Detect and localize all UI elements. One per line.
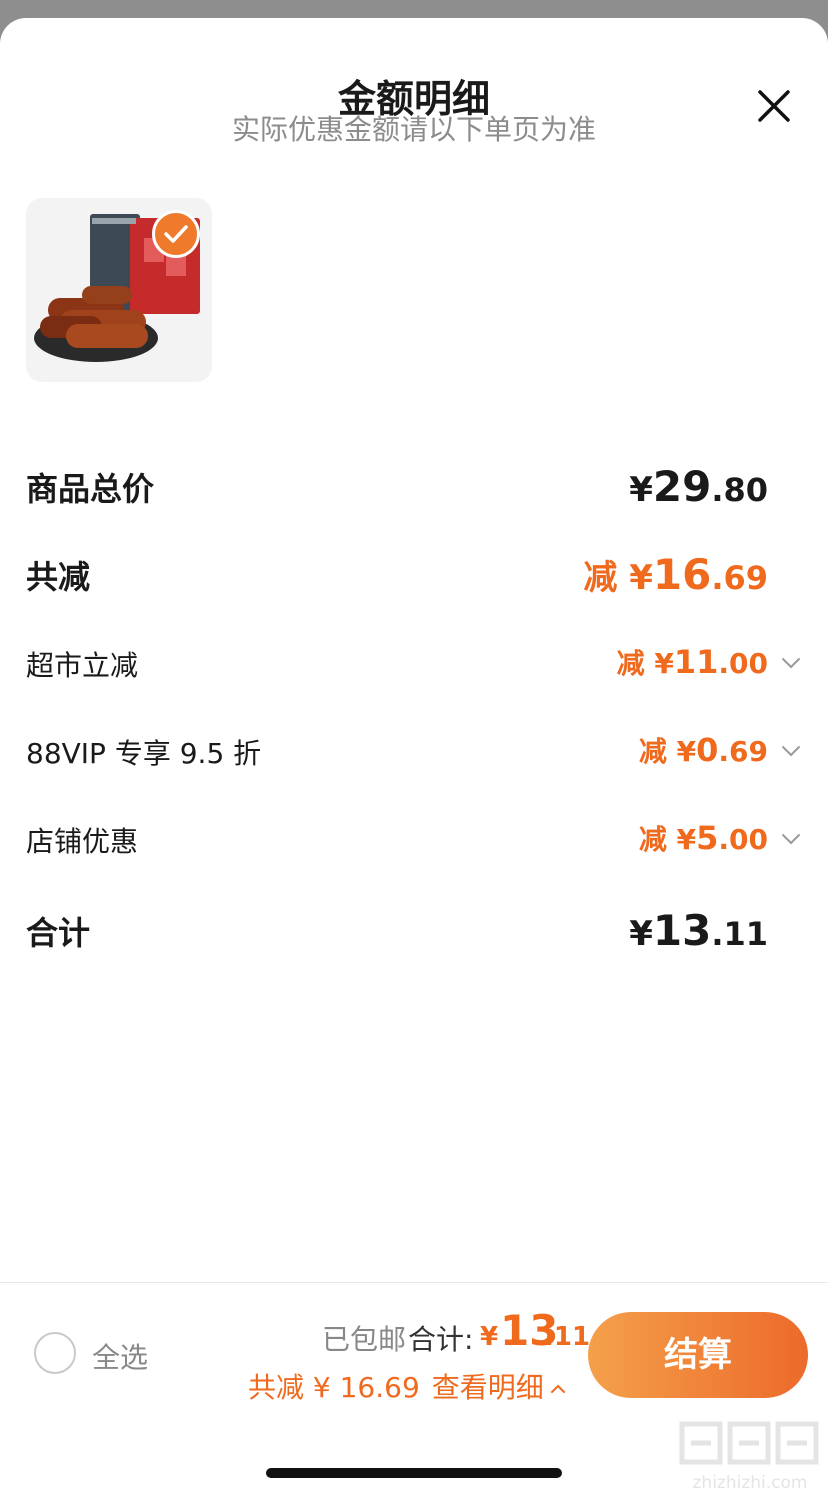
- chevron-up-icon[interactable]: [550, 1381, 566, 1397]
- checkmark-icon: [164, 225, 188, 243]
- discount-label: 店铺优惠: [26, 825, 139, 858]
- subtotal-label: 合计: [26, 914, 91, 952]
- saved-amount-text: 共减 ¥ 16.69: [248, 1371, 420, 1404]
- discount-value: 减 ¥5.00: [638, 819, 768, 857]
- site-watermark-logo: zhizhizhi.com: [679, 1421, 819, 1493]
- discount-value: 减 ¥11.00: [616, 643, 768, 681]
- sheet-subtitle: 实际优惠金额请以下单页为准: [231, 113, 596, 146]
- goods-total-label: 商品总价: [26, 470, 155, 508]
- chevron-down-icon[interactable]: [780, 740, 802, 762]
- discount-label: 88VIP 专享 9.5 折: [26, 737, 262, 770]
- selected-check-icon[interactable]: [152, 210, 200, 258]
- view-detail-toggle[interactable]: 共减 ¥ 16.69 查看明细: [248, 1366, 566, 1406]
- watermark-text: zhizhizhi.com: [693, 1473, 808, 1493]
- discount-value: 减 ¥0.69: [638, 731, 768, 769]
- view-detail-link[interactable]: 查看明细: [432, 1371, 544, 1404]
- footer-divider: [0, 1282, 828, 1283]
- home-indicator[interactable]: [266, 1468, 562, 1478]
- subtotal-value: ¥13.11: [629, 906, 768, 955]
- checkout-button[interactable]: 结算: [588, 1312, 808, 1398]
- discount-label: 超市立减: [26, 649, 139, 682]
- select-all-radio[interactable]: [34, 1332, 76, 1374]
- footer-total-yen: ¥: [480, 1322, 499, 1352]
- chevron-down-icon[interactable]: [780, 828, 802, 850]
- total-discount-value: 减 ¥16.69: [583, 550, 768, 599]
- chevron-down-icon[interactable]: [780, 652, 802, 674]
- free-shipping-text: 已包邮: [322, 1323, 407, 1356]
- footer-total-label: 合计:: [408, 1323, 474, 1356]
- close-icon[interactable]: [752, 84, 796, 128]
- select-all-label[interactable]: 全选: [92, 1336, 148, 1376]
- goods-total-value: ¥29.80: [629, 462, 768, 511]
- total-discount-label: 共减: [26, 558, 91, 596]
- amount-detail-sheet: 金额明细 实际优惠金额请以下单页为准 商品总价 ¥29.80 共减 减 ¥16.…: [0, 18, 828, 1494]
- footer-total-dec: .11: [544, 1322, 591, 1352]
